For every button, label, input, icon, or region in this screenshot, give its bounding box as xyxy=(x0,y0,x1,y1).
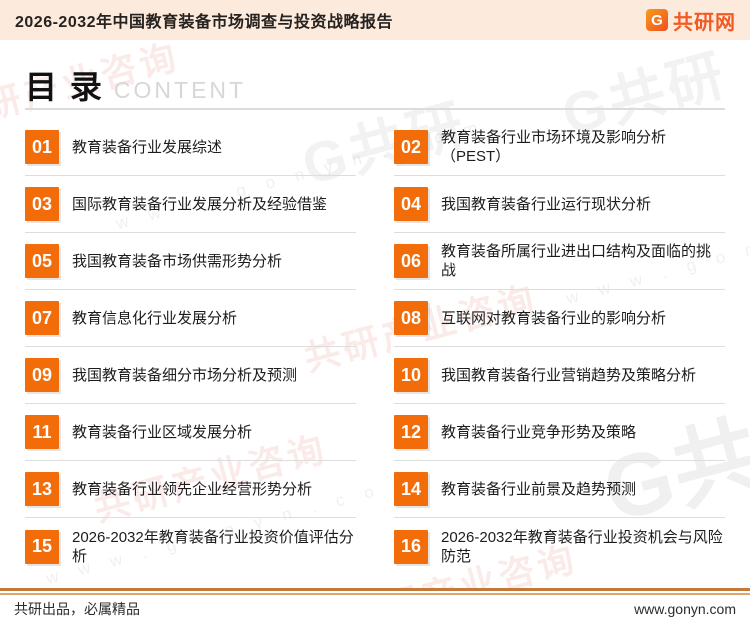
chapter-title: 教育装备行业竞争形势及策略 xyxy=(441,423,637,441)
toc-item-06: 06 教育装备所属行业进出口结构及面临的挑战 xyxy=(394,233,725,290)
chapter-title: 我国教育装备市场供需形势分析 xyxy=(72,252,283,270)
chapter-number-badge: 02 xyxy=(394,130,428,164)
toc-item-13: 13 教育装备行业领先企业经营形势分析 xyxy=(25,461,356,518)
chapter-number-badge: 11 xyxy=(25,415,59,449)
chapter-title: 教育装备行业区域发展分析 xyxy=(72,423,253,441)
chapter-number-badge: 06 xyxy=(394,244,428,278)
chapter-title: 国际教育装备行业发展分析及经验借鉴 xyxy=(72,195,328,213)
chapter-title: 我国教育装备行业运行现状分析 xyxy=(441,195,652,213)
toc-item-07: 07 教育信息化行业发展分析 xyxy=(25,290,356,347)
toc-grid: 01 教育装备行业发展综述 02 教育装备行业市场环境及影响分析（PEST） 0… xyxy=(25,119,725,575)
footer-text-row: 共研出品，必属精品 www.gonyn.com xyxy=(0,595,750,622)
chapter-number-badge: 07 xyxy=(25,301,59,335)
chapter-title: 教育装备行业领先企业经营形势分析 xyxy=(72,480,313,498)
chapter-title: 教育装备行业市场环境及影响分析（PEST） xyxy=(441,129,667,165)
toc-item-09: 09 我国教育装备细分市场分析及预测 xyxy=(25,347,356,404)
toc-item-03: 03 国际教育装备行业发展分析及经验借鉴 xyxy=(25,176,356,233)
footer-slogan: 共研出品，必属精品 xyxy=(14,600,140,617)
chapter-title: 我国教育装备细分市场分析及预测 xyxy=(72,366,298,384)
chapter-number-badge: 16 xyxy=(394,529,428,564)
toc-item-05: 05 我国教育装备市场供需形势分析 xyxy=(25,233,356,290)
toc-item-01: 01 教育装备行业发展综述 xyxy=(25,119,356,176)
chapter-number-badge: 13 xyxy=(25,472,59,506)
chapter-number-badge: 09 xyxy=(25,358,59,392)
toc-item-10: 10 我国教育装备行业营销趋势及策略分析 xyxy=(394,347,725,404)
brand-logo-icon: G xyxy=(646,9,668,31)
toc-title-cn: 目 录 xyxy=(25,69,104,105)
header-bar: 2026-2032年中国教育装备市场调查与投资战略报告 G 共研网 xyxy=(0,0,750,40)
chapter-number-badge: 08 xyxy=(394,301,428,335)
footer: 共研出品，必属精品 www.gonyn.com xyxy=(0,588,750,622)
chapter-number-badge: 10 xyxy=(394,358,428,392)
chapter-number-badge: 14 xyxy=(394,472,428,506)
toc-title-en: CONTENT xyxy=(113,77,247,103)
toc-item-15: 15 2026-2032年教育装备行业投资价值评估分析 xyxy=(25,518,356,575)
footer-website-url: www.gonyn.com xyxy=(634,600,736,617)
toc-item-04: 04 我国教育装备行业运行现状分析 xyxy=(394,176,725,233)
chapter-number-badge: 05 xyxy=(25,244,59,278)
toc-item-11: 11 教育装备行业区域发展分析 xyxy=(25,404,356,461)
toc-item-16: 16 2026-2032年教育装备行业投资机会与风险防范 xyxy=(394,518,725,575)
chapter-number-badge: 04 xyxy=(394,187,428,221)
toc-item-14: 14 教育装备行业前景及趋势预测 xyxy=(394,461,725,518)
brand-logo: G 共研网 xyxy=(646,6,736,35)
chapter-number-badge: 12 xyxy=(394,415,428,449)
toc-content: 目 录 CONTENT 01 教育装备行业发展综述 02 教育装备行业市场环境及… xyxy=(0,62,750,575)
toc-item-08: 08 互联网对教育装备行业的影响分析 xyxy=(394,290,725,347)
chapter-title: 教育装备所属行业进出口结构及面临的挑战 xyxy=(441,243,712,279)
chapter-title: 教育信息化行业发展分析 xyxy=(72,309,238,327)
report-title: 2026-2032年中国教育装备市场调查与投资战略报告 xyxy=(15,14,394,31)
toc-item-02: 02 教育装备行业市场环境及影响分析（PEST） xyxy=(394,119,725,176)
chapter-title: 2026-2032年教育装备行业投资机会与风险防范 xyxy=(441,528,723,565)
toc-heading: 目 录 CONTENT xyxy=(25,62,725,105)
report-toc-page: 2026-2032年中国教育装备市场调查与投资战略报告 G 共研网 共研产业咨询… xyxy=(0,0,750,622)
chapter-title: 教育装备行业发展综述 xyxy=(72,138,223,156)
brand-logo-text: 共研网 xyxy=(673,11,736,34)
chapter-title: 我国教育装备行业营销趋势及策略分析 xyxy=(441,366,697,384)
chapter-title: 2026-2032年教育装备行业投资价值评估分析 xyxy=(72,528,354,565)
chapter-number-badge: 15 xyxy=(25,529,59,564)
toc-item-12: 12 教育装备行业竞争形势及策略 xyxy=(394,404,725,461)
chapter-number-badge: 01 xyxy=(25,130,59,164)
chapter-title: 互联网对教育装备行业的影响分析 xyxy=(441,309,667,327)
chapter-title: 教育装备行业前景及趋势预测 xyxy=(441,480,637,498)
chapter-number-badge: 03 xyxy=(25,187,59,221)
toc-heading-divider xyxy=(25,108,725,110)
